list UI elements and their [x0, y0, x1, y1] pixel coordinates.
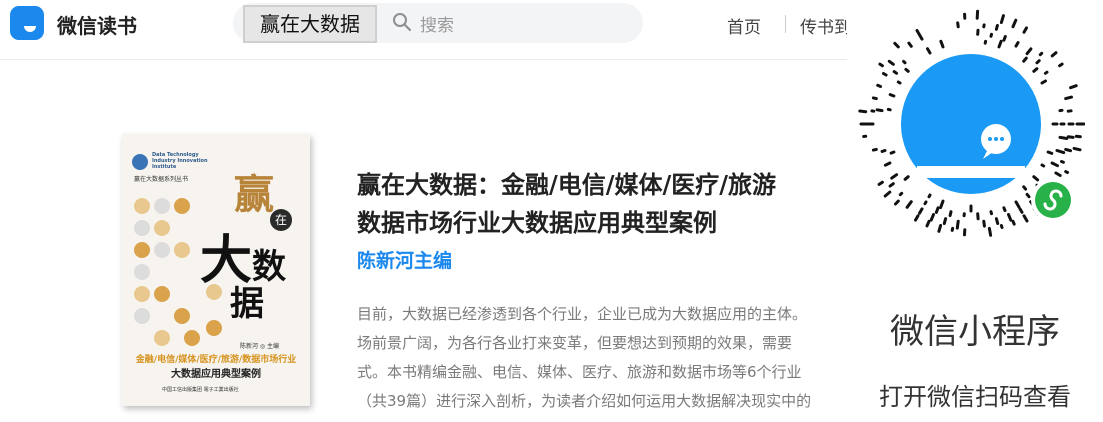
- cover-publisher: 中国工信出版集团 電子工業出版社: [162, 387, 239, 393]
- book-cover[interactable]: Data Technology Industry Innovation Inst…: [122, 134, 310, 406]
- book-title: 赢在大数据：金融/电信/媒体/医疗/旅游 数据市场行业大数据应用典型案例: [357, 166, 847, 242]
- nav-divider: [785, 15, 786, 33]
- cover-title-char: 赢: [234, 171, 274, 218]
- weread-logo-icon[interactable]: [10, 6, 44, 40]
- intro-line: 式。本书精编金融、电信、媒体、医疗、旅游和数据市场等6个行业: [357, 363, 802, 381]
- cover-author: 陈新河 ◎ 主编: [240, 343, 280, 350]
- search-placeholder[interactable]: 搜索: [420, 11, 454, 36]
- mini-program-label: 微信小程序: [890, 312, 1060, 352]
- intro-line: （共39篇）进行深入剖析，为读者介绍如何运用大数据解决现实中的: [357, 392, 812, 410]
- mini-program-code-icon[interactable]: [857, 4, 1085, 244]
- intro-line: 目前，大数据已经渗透到各个行业，企业已成为大数据应用的主体。: [357, 305, 808, 323]
- app-name[interactable]: 微信读书: [57, 10, 137, 39]
- cover-subtitle: 大数据应用典型案例: [171, 369, 261, 380]
- cover-title-char: 据: [230, 284, 264, 324]
- cover-series: 赢在大数据系列丛书: [134, 176, 189, 183]
- cover-title-char: 在: [270, 209, 292, 231]
- book-title-line: 赢在大数据：金融/电信/媒体/医疗/旅游: [357, 170, 777, 199]
- book-intro: 目前，大数据已经渗透到各个行业，企业已成为大数据应用的主体。 场前景广阔，为各行…: [357, 300, 847, 416]
- intro-line: 场前景广阔，为各行各业打来变革，但要想达到预期的效果，需要: [357, 334, 793, 352]
- book-author-link[interactable]: 陈新河主编: [357, 246, 452, 273]
- book-title-line: 数据市场行业大数据应用典型案例: [357, 208, 717, 237]
- cover-en-line: Data Technology Industry Innovation Inst…: [152, 152, 208, 170]
- mini-program-hint: 打开微信扫码查看: [879, 383, 1071, 411]
- search-icon[interactable]: [392, 12, 412, 32]
- search-keyword-tag[interactable]: 赢在大数据: [243, 5, 377, 43]
- cover-publisher-logo-icon: [132, 154, 148, 170]
- nav-upload-link[interactable]: 传书到: [800, 13, 851, 38]
- cover-subtitle: 金融/电信/媒体/医疗/旅游/数据市场行业: [135, 355, 297, 365]
- nav-home-link[interactable]: 首页: [727, 13, 761, 38]
- mini-program-card: 微信小程序 打开微信扫码查看: [847, 0, 1103, 422]
